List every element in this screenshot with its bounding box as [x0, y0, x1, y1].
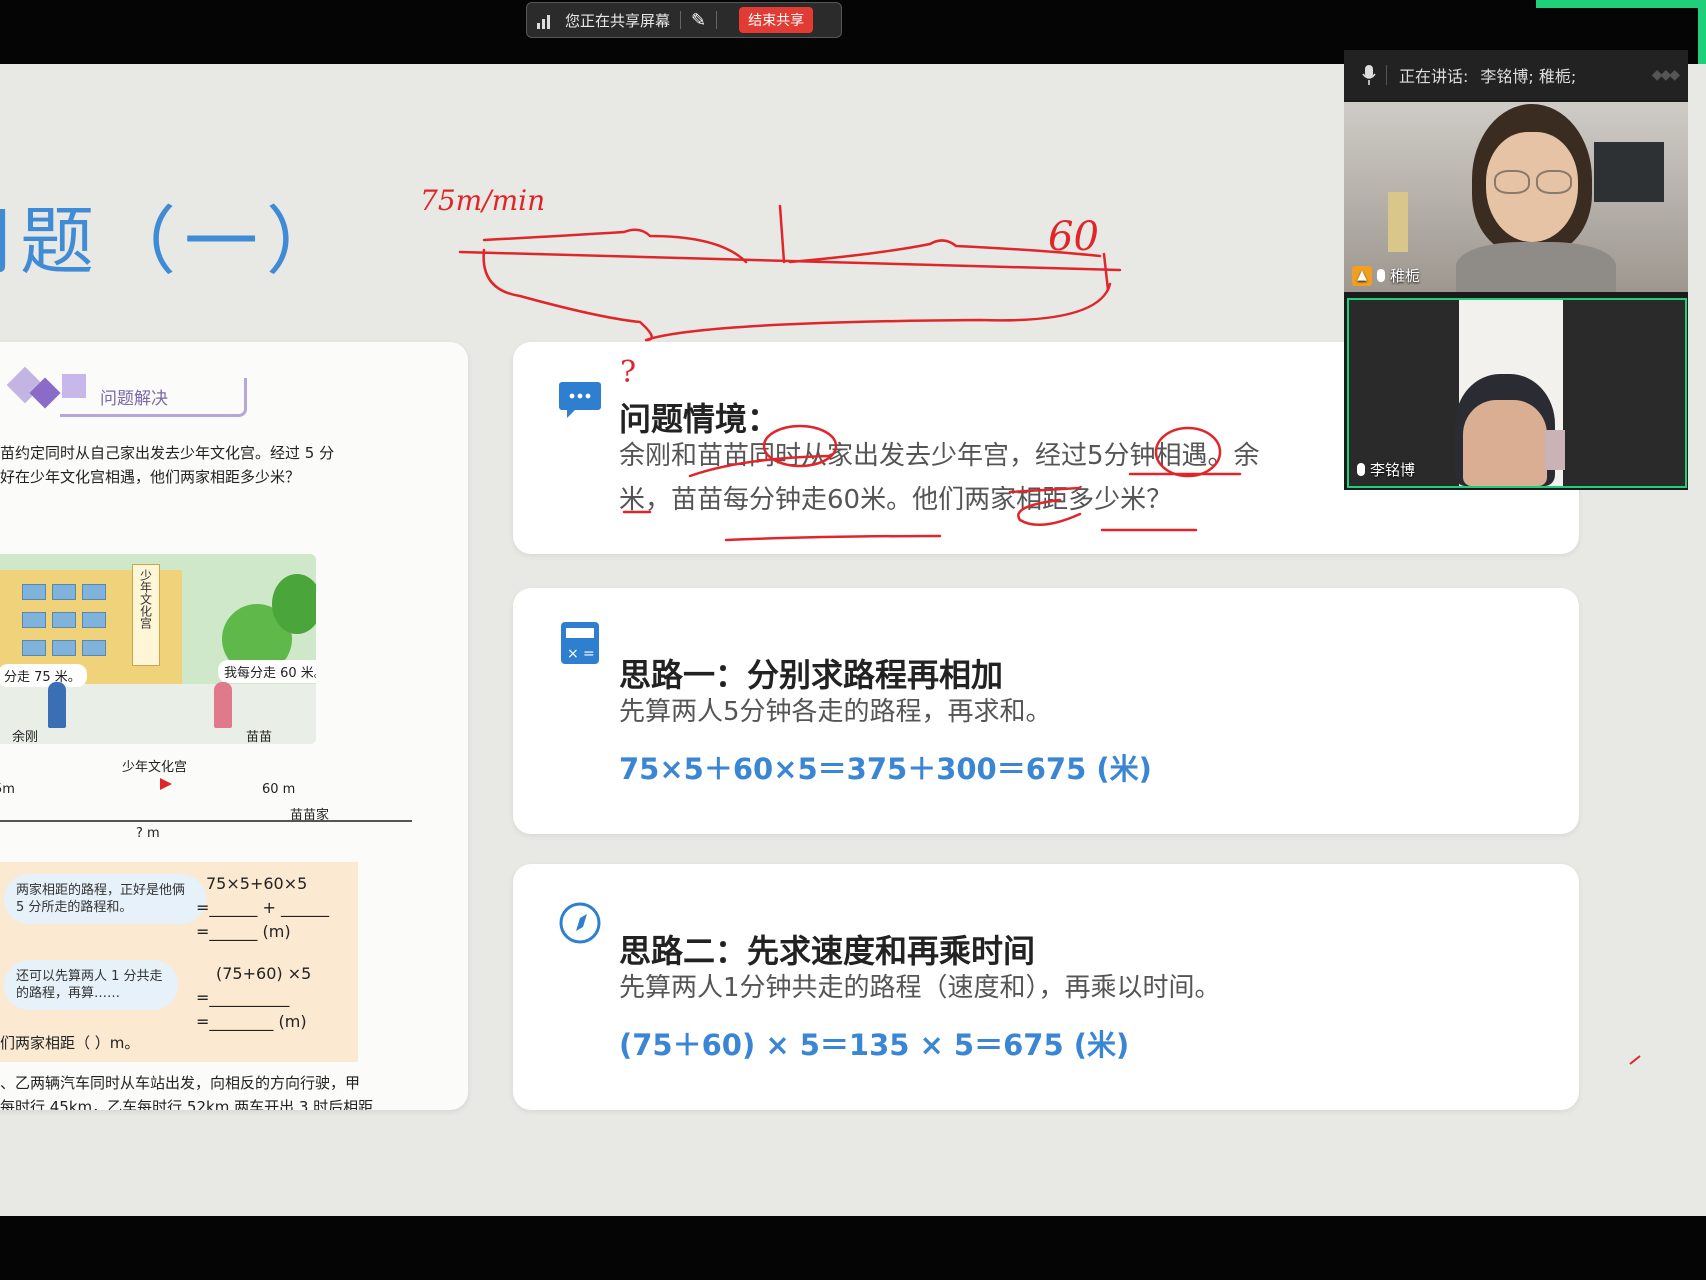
card-formula: 75×5＋60×5＝375＋300＝675 (米): [619, 752, 1152, 786]
next-problem-line: 、乙两辆汽车同时从车站出发，向相反的方向行驶，甲: [0, 1074, 361, 1092]
next-problem-line: 每时行 45km，乙车每时行 52km,两车开出 3 时后相距: [0, 1098, 374, 1110]
card-body: 先算两人5分钟各走的路程，再求和。: [619, 697, 1052, 727]
approach-two-card: 思路二：先求速度和再乘时间 先算两人1分钟共走的路程（速度和），再乘以时间。 (…: [513, 864, 1579, 1110]
answer-line: 们两家相距（ ）m。: [0, 1034, 140, 1052]
illustration: 少年文化宫 分走 75 米。 我每分走 60 米。 余刚 苗苗: [0, 554, 316, 744]
tv-screen: [1594, 142, 1664, 202]
equation: =______ (m): [196, 922, 291, 941]
shelf-object: [1388, 192, 1408, 252]
speech-bubble-right: 我每分走 60 米。: [218, 660, 316, 683]
intro-line: 好在少年文化宫相遇，他们两家相距多少米？: [0, 468, 301, 486]
speaking-names: 李铭博; 稚栀;: [1480, 67, 1577, 86]
speaking-header: 正在讲话: 李铭博; 稚栀; ◆◆◆: [1344, 50, 1688, 100]
equation: =______ + ______: [196, 898, 329, 917]
separator: [680, 11, 682, 29]
equation: 75×5+60×5: [206, 874, 308, 893]
face: [1463, 400, 1547, 486]
glasses: [1536, 170, 1572, 194]
kid-figure: [214, 682, 232, 728]
participant-name-tag: ▲ 稚栀: [1352, 265, 1420, 286]
microphone-icon: [1377, 269, 1385, 282]
intro-line: 苗约定同时从自己家出发去少年文化宫。经过 5 分: [0, 444, 335, 462]
kid-name-right: 苗苗: [246, 730, 273, 744]
building-sign: 少年文化宫: [132, 564, 160, 666]
window: [82, 584, 106, 600]
annotate-pen-icon[interactable]: ✎: [691, 10, 706, 31]
signal-icon: [537, 11, 559, 29]
window: [82, 612, 106, 628]
building-sign-text: 少年文化宫: [138, 569, 153, 629]
scale-right-label: 60 m: [262, 782, 296, 797]
stop-sharing-button[interactable]: 结束共享: [739, 7, 814, 33]
compass-icon: [557, 900, 603, 946]
section-tag: 问题解决: [60, 378, 247, 417]
window: [22, 584, 46, 600]
separator: [716, 11, 718, 29]
video-panel: 正在讲话: 李铭博; 稚栀; ◆◆◆ ▲ 稚栀 李铭博: [1344, 50, 1688, 490]
equation: =________ (m): [196, 1012, 307, 1031]
window: [22, 640, 46, 656]
speech-bubble-left: 分走 75 米。: [0, 664, 87, 687]
shoulders: [1456, 242, 1616, 292]
svg-text:=: =: [583, 646, 595, 662]
window: [52, 640, 76, 656]
flag-icon: [160, 778, 172, 790]
share-status-text: 您正在共享屏幕: [565, 11, 671, 30]
card-body-line: 余刚和苗苗同时从家出发去少年宫，经过5分钟相遇。余: [619, 441, 1260, 471]
separator: [1386, 65, 1387, 85]
hint-cloud: 还可以先算两人 1 分共走的路程，再算……: [4, 960, 178, 1010]
card-formula: (75＋60) × 5＝135 × 5＝675 (米): [619, 1028, 1130, 1062]
section-label: 问题解决: [100, 389, 168, 409]
chat-bubble-icon: [557, 376, 603, 422]
microphone-icon: [1362, 65, 1376, 85]
hint-cloud: 两家相距的路程，正好是他俩 5 分所走的路程和。: [4, 874, 206, 924]
participant-name-tag: 李铭博: [1357, 459, 1415, 480]
tree: [272, 574, 316, 634]
host-icon: ▲: [1352, 265, 1372, 286]
microphone-icon: [1357, 463, 1365, 476]
window: [82, 640, 106, 656]
slide-title: 问题（一）: [0, 199, 348, 285]
kid-figure: [48, 682, 66, 728]
scale-left-label: 5m: [0, 782, 15, 797]
window: [22, 612, 46, 628]
scale-top-label: 少年文化宫: [122, 760, 188, 775]
equation: (75+60) ×5: [216, 964, 312, 983]
glasses: [1494, 170, 1530, 194]
kid-name-left: 余刚: [12, 730, 39, 744]
screen-share-bar: 您正在共享屏幕 ✎ 结束共享: [526, 2, 842, 38]
participant-video-tile[interactable]: ▲ 稚栀: [1344, 102, 1688, 292]
participant-name: 稚栀: [1390, 267, 1421, 285]
participant-video-tile-active[interactable]: 李铭博: [1347, 298, 1687, 488]
svg-text:×: ×: [567, 646, 579, 662]
participant-name: 李铭博: [1370, 461, 1416, 479]
share-border-top: [1536, 0, 1706, 8]
equation: =__________: [196, 988, 290, 1007]
textbook-page: 问题解决 苗约定同时从自己家出发去少年文化宫。经过 5 分 好在少年文化宫相遇，…: [0, 342, 468, 1110]
approach-one-card: × = 思路一：分别求路程再相加 先算两人5分钟各走的路程，再求和。 75×5＋6…: [513, 588, 1579, 834]
bottom-bar: [0, 1216, 1706, 1280]
card-body: 先算两人1分钟共走的路程（速度和），再乘以时间。: [619, 973, 1221, 1003]
signal-icon: ◆◆◆: [1651, 67, 1680, 83]
distance-scale: [0, 820, 412, 822]
window: [52, 612, 76, 628]
speaking-label: 正在讲话:: [1399, 67, 1469, 86]
card-body-line: 米，苗苗每分钟走60米。他们两家相距多少米？: [619, 485, 1173, 515]
window: [52, 584, 76, 600]
calculator-icon: × =: [557, 620, 603, 666]
scale-end-label: 苗苗家: [290, 808, 330, 823]
scale-bottom-label: ? m: [136, 826, 160, 841]
room-object: [1545, 430, 1565, 470]
